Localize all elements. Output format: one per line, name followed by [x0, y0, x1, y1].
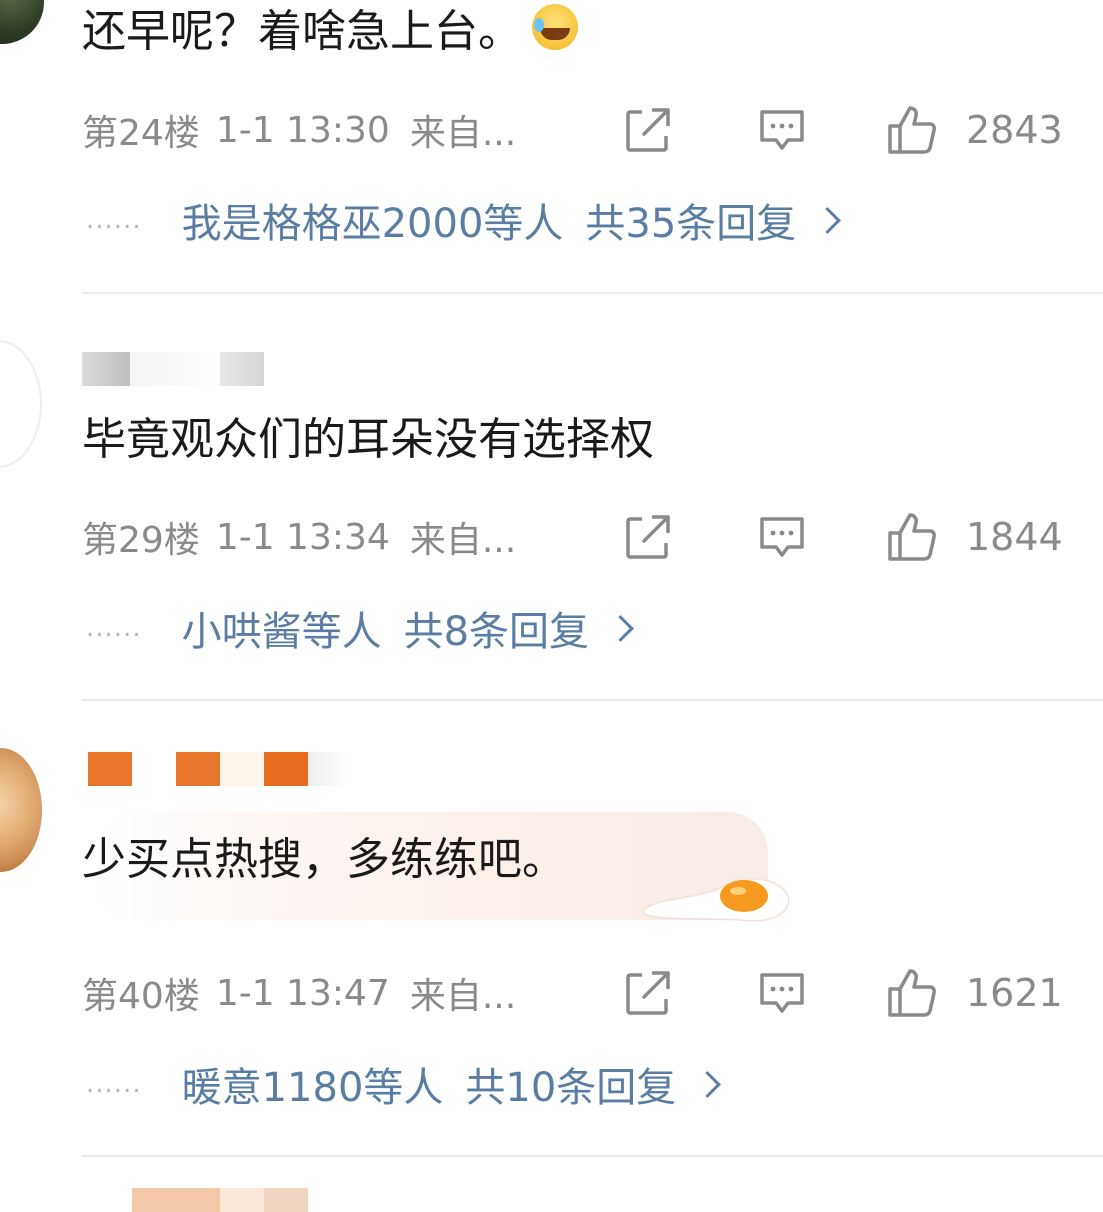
comment-divider [82, 292, 1103, 294]
floor-number: 第24楼 [82, 113, 200, 154]
reply-summary[interactable]: ...... 我是格格巫2000 等人 共35条回复 [86, 191, 842, 249]
reply-summary[interactable]: ...... 小哄酱 等人 共8条回复 [86, 599, 634, 657]
reply-users[interactable]: 暖意1180 [182, 1055, 364, 1113]
reply-suffix: 等人 [301, 609, 382, 655]
reply-total[interactable]: 共10条回复 [465, 1055, 676, 1113]
comment-text: 少买点热搜，多练练吧。 [82, 834, 566, 885]
comment-divider [82, 1155, 1103, 1157]
like-count: 1621 [966, 971, 1063, 1015]
reply-dots: ...... [86, 613, 142, 643]
comment-time: 1-1 13:34 [215, 516, 390, 558]
comment-text: 还早呢？着啥急上台。 [82, 2, 578, 62]
chevron-right-icon[interactable] [694, 1070, 722, 1098]
reply-dots: ...... [86, 205, 142, 235]
comment-source: 来自... [409, 976, 517, 1017]
user-avatar[interactable] [0, 748, 42, 872]
share-icon[interactable] [622, 967, 674, 1019]
laughing-crying-emoji-icon [532, 4, 578, 50]
reply-total[interactable]: 共35条回复 [585, 191, 796, 249]
comment-icon[interactable] [756, 511, 808, 563]
comment-time: 1-1 13:47 [215, 972, 390, 1014]
like-count: 2843 [966, 108, 1063, 152]
thumbs-up-icon[interactable] [886, 967, 938, 1019]
reply-suffix: 等人 [363, 1065, 444, 1111]
comment-meta-row: 第40楼 1-1 13:47 来自... 1621 [82, 963, 1063, 1023]
comment-icon[interactable] [756, 967, 808, 1019]
comment-body: 还早呢？着啥急上台。 [82, 6, 522, 57]
comment-icon[interactable] [756, 104, 808, 156]
floor-number: 第40楼 [82, 976, 200, 1017]
reply-dots: ...... [86, 1069, 142, 1099]
reply-users[interactable]: 小哄酱 [182, 599, 302, 657]
username-redacted[interactable] [88, 752, 348, 786]
thumbs-up-icon[interactable] [886, 511, 938, 563]
username-redacted[interactable] [132, 1188, 308, 1212]
thumbs-up-icon[interactable] [886, 104, 938, 156]
reply-total[interactable]: 共8条回复 [404, 599, 589, 657]
comment-meta-row: 第29楼 1-1 13:34 来自... 1844 [82, 507, 1063, 567]
share-icon[interactable] [622, 511, 674, 563]
reply-summary[interactable]: ...... 暖意1180 等人 共10条回复 [86, 1055, 722, 1113]
comment-divider [82, 699, 1103, 701]
user-avatar[interactable] [0, 0, 44, 44]
reply-users[interactable]: 我是格格巫2000 [182, 191, 484, 249]
share-icon[interactable] [622, 104, 674, 156]
user-avatar[interactable] [0, 340, 42, 468]
comment-source: 来自... [409, 113, 517, 154]
comment-meta-row: 第24楼 1-1 13:30 来自... 2843 [82, 100, 1063, 160]
reply-suffix: 等人 [483, 201, 564, 247]
comment-text: 毕竟观众们的耳朵没有选择权 [82, 414, 654, 465]
like-count: 1844 [966, 515, 1063, 559]
floor-number: 第29楼 [82, 520, 200, 561]
username-redacted[interactable] [82, 352, 264, 386]
chevron-right-icon[interactable] [814, 206, 842, 234]
chevron-right-icon[interactable] [607, 614, 634, 642]
comment-source: 来自... [409, 520, 517, 561]
fried-egg-icon [642, 878, 790, 922]
comment-time: 1-1 13:30 [215, 109, 390, 151]
